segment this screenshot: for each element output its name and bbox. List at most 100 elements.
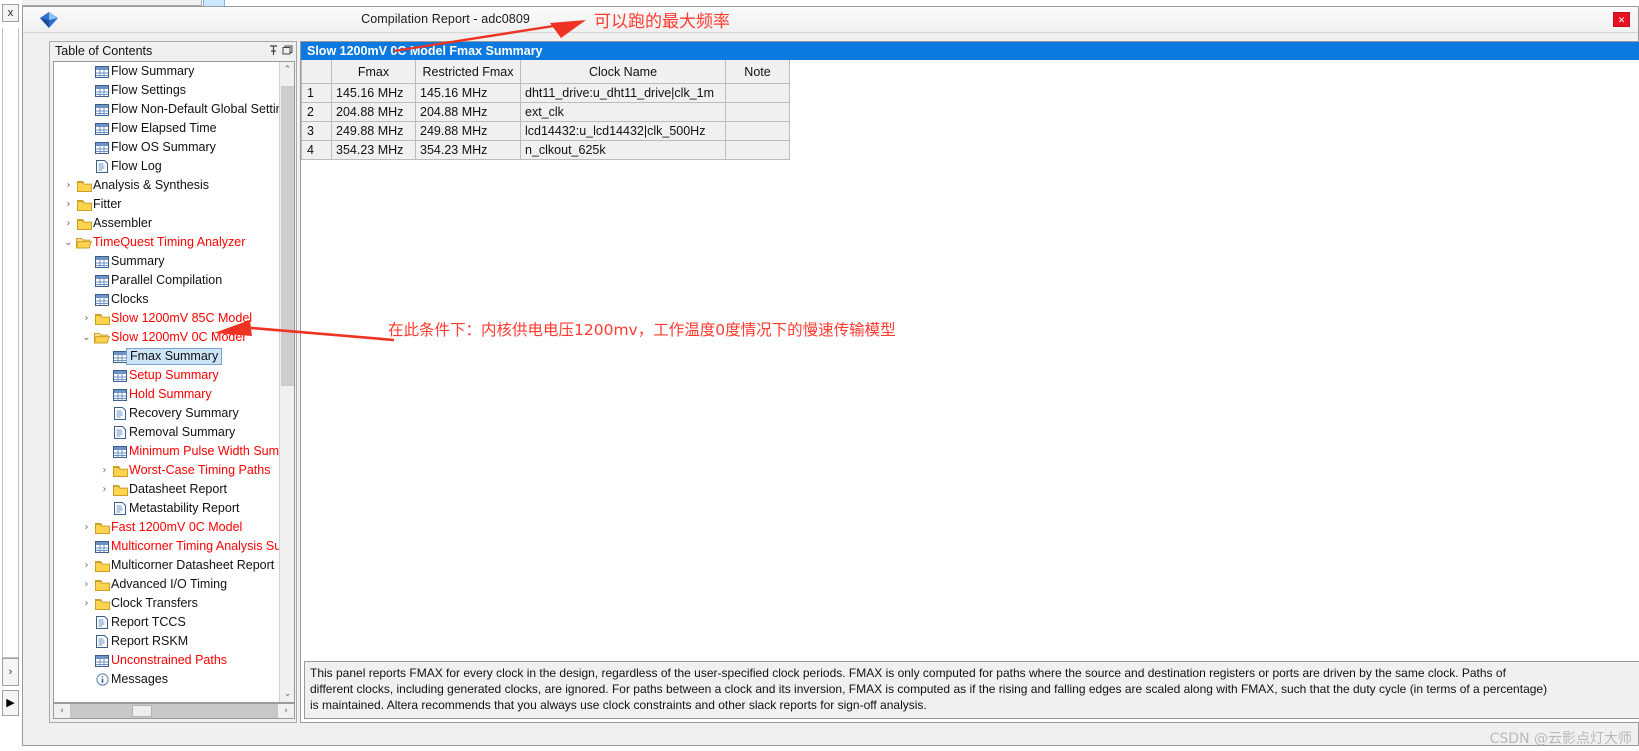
toc-item-label: Report TCCS [111,615,186,630]
toc-item-timequest-timing-analyzer[interactable]: ⌄ TimeQuest Timing Analyzer [54,233,280,252]
toc-item-fast-1200mv-0c-model[interactable]: › Fast 1200mV 0C Model [54,518,280,537]
expand-right-icon[interactable]: › [2,658,19,686]
toc-item-setup-summary[interactable]: Setup Summary [54,366,280,385]
folder-icon [93,309,111,328]
document-icon [93,632,111,651]
column-header-clock-name[interactable]: Clock Name [520,60,726,84]
twisty-icon[interactable]: › [80,556,93,575]
toc-item-flow-non-default-global-settings[interactable]: Flow Non-Default Global Settings [54,100,280,119]
toc-horizontal-scrollbar[interactable]: ‹ › [53,703,295,719]
toc-item-flow-settings[interactable]: Flow Settings [54,81,280,100]
toc-item-report-tccs[interactable]: Report TCCS [54,613,280,632]
close-icon[interactable]: x [2,4,19,22]
twisty-icon[interactable]: › [98,461,111,480]
toc-item-datasheet-report[interactable]: › Datasheet Report [54,480,280,499]
toc-item-clocks[interactable]: Clocks [54,290,280,309]
twisty-icon[interactable]: › [62,195,75,214]
table-icon [93,537,111,556]
toc-item-label: Fitter [93,197,122,212]
document-icon [111,499,129,518]
table-row[interactable]: 4 354.23 MHz 354.23 MHz n_clkout_625k [301,140,1639,160]
toc-item-report-rskm[interactable]: Report RSKM [54,632,280,651]
toc-item-metastability-report[interactable]: Metastability Report [54,499,280,518]
toc-item-fmax-summary[interactable]: Fmax Summary [54,347,280,366]
toc-item-multicorner-timing-analysis-su[interactable]: Multicorner Timing Analysis Su [54,537,280,556]
twisty-icon[interactable]: › [62,214,75,233]
toc-item-assembler[interactable]: › Assembler [54,214,280,233]
toc-vertical-scrollbar[interactable]: ⌃ ⌄ [279,62,294,702]
toc-item-minimum-pulse-width-sum[interactable]: Minimum Pulse Width Sum [54,442,280,461]
cell-clock-name: lcd14432:u_lcd14432|clk_500Hz [520,121,726,141]
column-header-note[interactable]: Note [725,60,790,84]
toc-item-slow-1200mv-85c-model[interactable]: › Slow 1200mV 85C Model [54,309,280,328]
toc-item-flow-log[interactable]: Flow Log [54,157,280,176]
twisty-icon[interactable]: ⌄ [80,328,93,347]
window-titlebar[interactable]: Compilation Report - adc0809 [23,7,1638,33]
toc-item-slow-1200mv-0c-model[interactable]: ⌄ Slow 1200mV 0C Model [54,328,280,347]
close-button[interactable] [1613,12,1630,27]
toc-item-flow-elapsed-time[interactable]: Flow Elapsed Time [54,119,280,138]
toc-item-unconstrained-paths[interactable]: Unconstrained Paths [54,651,280,670]
folder-icon [93,575,111,594]
toc-item-flow-summary[interactable]: Flow Summary [54,62,280,81]
folder-open-icon [75,233,93,252]
scroll-left-icon[interactable]: ‹ [54,704,70,718]
toc-item-summary[interactable]: Summary [54,252,280,271]
table-row[interactable]: 1 145.16 MHz 145.16 MHz dht11_drive:u_dht11… [301,83,1639,103]
toc-item-flow-os-summary[interactable]: Flow OS Summary [54,138,280,157]
toc-item-multicorner-datasheet-report[interactable]: › Multicorner Datasheet Report : [54,556,281,575]
toc-item-label: Clock Transfers [111,596,198,611]
toc-item-worst-case-timing-paths[interactable]: › Worst-Case Timing Paths [54,461,280,480]
scroll-up-icon[interactable]: ⌃ [280,62,294,78]
toc-item-label: Multicorner Datasheet Report : [111,558,280,573]
column-header-fmax[interactable]: Fmax [331,60,416,84]
scroll-right-icon[interactable]: › [278,704,294,718]
watermark: CSDN @云影点灯大师 [1489,731,1632,747]
hscroll-thumb[interactable] [132,705,152,717]
table-row[interactable]: 2 204.88 MHz 204.88 MHz ext_clk [301,102,1639,122]
twisty-icon[interactable]: › [80,309,93,328]
twisty-icon[interactable]: › [80,575,93,594]
toc-item-label: Parallel Compilation [111,273,223,288]
toc-item-hold-summary[interactable]: Hold Summary [54,385,280,404]
description-line-1: This panel reports FMAX for every clock … [310,666,1506,680]
toc-item-messages[interactable]: Messages [54,670,280,689]
toc-tree[interactable]: Flow Summary Flow Settings Flow Non-Defaul… [53,61,295,703]
table-icon [93,271,111,290]
cell-fmax: 145.16 MHz [331,83,416,103]
toc-item-parallel-compilation[interactable]: Parallel Compilation [54,271,280,290]
toc-item-label: Worst-Case Timing Paths [129,463,271,478]
column-header-restricted-fmax[interactable]: Restricted Fmax [415,60,521,84]
twisty-icon[interactable]: › [80,518,93,537]
cell-note [725,102,790,122]
cell-clock-name: n_clkout_625k [520,140,726,160]
toc-item-removal-summary[interactable]: Removal Summary [54,423,280,442]
toc-item-label: Multicorner Timing Analysis Su [111,539,280,554]
play-icon[interactable]: ▶ [2,690,19,716]
cell-index: 2 [301,102,332,122]
toc-item-analysis-synthesis[interactable]: › Analysis & Synthesis [54,176,280,195]
table-row[interactable]: 3 249.88 MHz 249.88 MHz lcd14432:u_lcd14432… [301,121,1639,141]
toc-item-fitter[interactable]: › Fitter [54,195,280,214]
folder-icon [75,214,93,233]
scroll-down-icon[interactable]: ⌄ [280,686,294,702]
twisty-icon[interactable]: › [62,176,75,195]
cell-filler [789,121,1639,141]
restore-icon[interactable] [281,45,293,57]
toc-item-advanced-i-o-timing[interactable]: › Advanced I/O Timing [54,575,280,594]
scroll-thumb[interactable] [281,86,294,386]
twisty-icon[interactable]: › [80,594,93,613]
collapsed-panel-strip[interactable] [2,28,19,658]
toc-item-recovery-summary[interactable]: Recovery Summary [54,404,280,423]
twisty-icon[interactable]: › [98,480,111,499]
hscroll-track[interactable] [70,704,278,718]
toc-item-label: Summary [111,254,165,269]
column-header-index[interactable] [301,60,332,84]
pin-icon[interactable] [267,45,279,57]
twisty-icon[interactable]: ⌄ [62,233,75,252]
cell-restricted-fmax: 249.88 MHz [415,121,521,141]
cell-index: 1 [301,83,332,103]
toc-item-clock-transfers[interactable]: › Clock Transfers [54,594,280,613]
table-header-row: Fmax Restricted Fmax Clock Name Note [301,60,1639,84]
toc-item-label: Flow OS Summary [111,140,216,155]
